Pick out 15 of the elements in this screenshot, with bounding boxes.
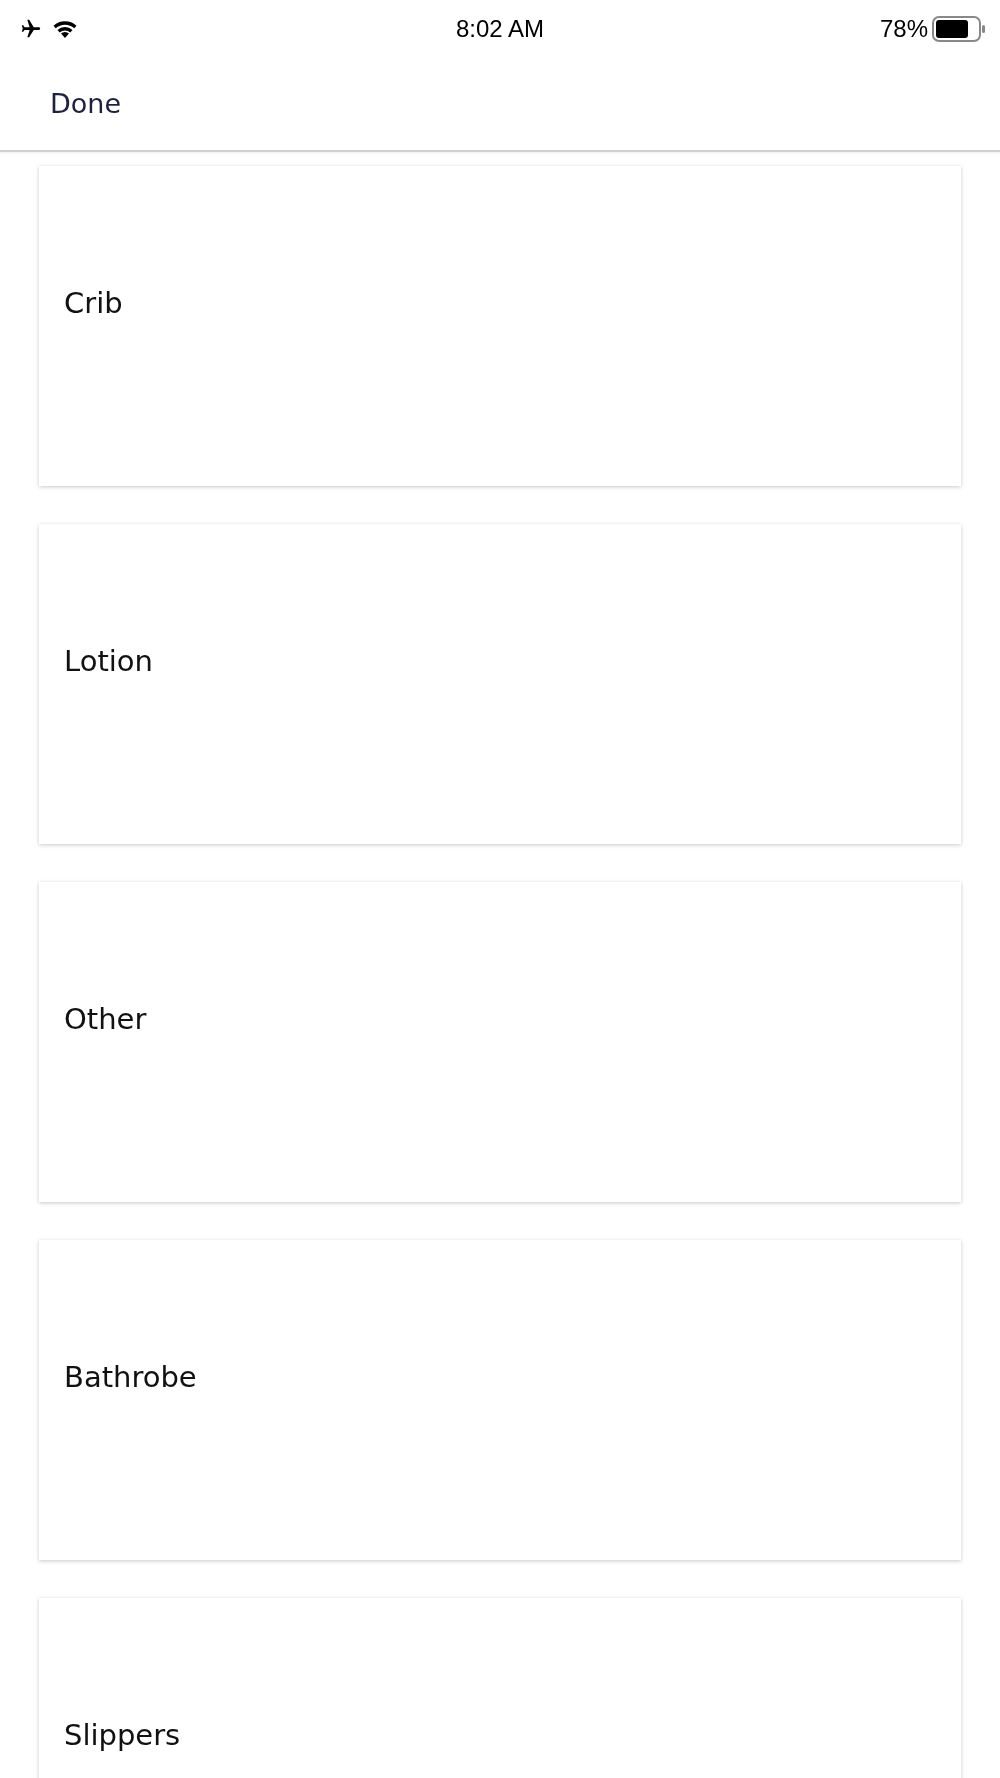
item-label: Bathrobe — [64, 1360, 197, 1394]
done-button[interactable]: Done — [50, 88, 122, 119]
item-card[interactable]: Crib — [39, 166, 961, 486]
item-card[interactable]: Slippers — [39, 1598, 961, 1778]
item-card[interactable]: Lotion — [39, 524, 961, 844]
status-time: 8:02 AM — [455, 14, 545, 43]
item-label: Slippers — [64, 1718, 181, 1752]
item-card[interactable]: Other — [39, 882, 961, 1202]
wifi-icon — [52, 18, 78, 39]
battery-icon — [932, 15, 986, 42]
item-label: Lotion — [64, 644, 153, 678]
item-label: Crib — [64, 286, 123, 320]
battery-percentage: 78% — [879, 14, 928, 43]
item-card[interactable]: Bathrobe — [39, 1240, 961, 1560]
item-label: Other — [64, 1002, 147, 1036]
